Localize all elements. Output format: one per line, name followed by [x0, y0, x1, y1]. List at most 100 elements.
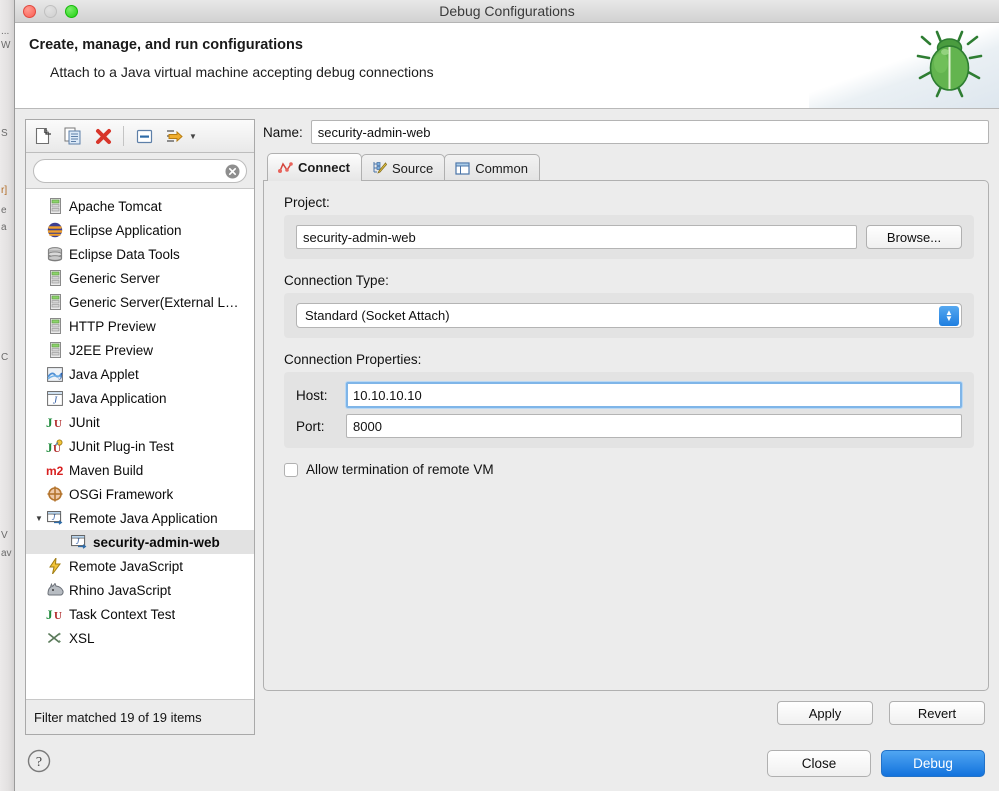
tree-item-label: JUnit	[69, 415, 100, 430]
help-question-icon[interactable]: ?	[27, 749, 51, 778]
name-row: Name:	[263, 119, 989, 145]
connection-type-group: Standard (Socket Attach) ▲ ▼	[284, 293, 974, 338]
project-row: Browse...	[296, 225, 962, 249]
tab-source[interactable]: Source	[361, 154, 445, 181]
tree-item-generic-server[interactable]: Generic Server	[26, 266, 254, 290]
configurations-panel: ▼ Apache TomcatE	[25, 119, 255, 735]
window-title: Debug Configurations	[15, 3, 999, 19]
tree-item-osgi-framework[interactable]: OSGi Framework	[26, 482, 254, 506]
debug-button[interactable]: Debug	[881, 750, 985, 777]
bg-fragment: r]	[1, 185, 7, 196]
database-icon	[46, 246, 64, 263]
apply-button[interactable]: Apply	[777, 701, 873, 725]
bg-fragment: S	[1, 128, 8, 139]
tab-source-label: Source	[392, 161, 433, 176]
green-bug-icon	[913, 28, 987, 105]
tree-item-maven-build[interactable]: m2Maven Build	[26, 458, 254, 482]
bg-fragment: a	[1, 222, 7, 233]
expand-triangle-icon[interactable]: ▼	[33, 514, 45, 523]
connection-type-label: Connection Type:	[284, 273, 974, 288]
filter-button[interactable]	[161, 124, 187, 149]
allow-termination-checkbox[interactable]	[284, 463, 298, 477]
tab-strip: Connect Source	[263, 153, 989, 181]
bg-fragment: ...	[1, 26, 9, 37]
tree-item-label: OSGi Framework	[69, 487, 173, 502]
search-input[interactable]	[34, 160, 246, 182]
filter-box[interactable]	[33, 159, 247, 183]
junit-icon: JU	[46, 606, 64, 623]
remote-java-icon: J	[46, 510, 64, 527]
toolbar-separator	[123, 126, 124, 146]
title-bar: Debug Configurations	[15, 0, 999, 23]
tree-item-label: Eclipse Data Tools	[69, 247, 180, 262]
connection-type-select[interactable]: Standard (Socket Attach) ▲ ▼	[296, 303, 962, 328]
tree-item-http-preview[interactable]: HTTP Preview	[26, 314, 254, 338]
svg-text:J: J	[46, 440, 53, 454]
tree-item-remote-javascript[interactable]: Remote JavaScript	[26, 554, 254, 578]
host-row: Host:	[296, 382, 962, 408]
browse-button[interactable]: Browse...	[866, 225, 962, 249]
tab-connect-label: Connect	[298, 160, 350, 175]
tree-item-eclipse-application[interactable]: Eclipse Application	[26, 218, 254, 242]
connect-tab-panel: Project: Browse... Connection Type: Stan…	[263, 180, 989, 691]
delete-configuration-button[interactable]	[90, 124, 116, 149]
tree-item-apache-tomcat[interactable]: Apache Tomcat	[26, 194, 254, 218]
source-tree-pencil-icon	[371, 161, 387, 175]
new-configuration-button[interactable]	[30, 124, 56, 149]
bg-fragment: av	[1, 548, 12, 559]
common-table-icon	[454, 161, 470, 175]
stepper-icon[interactable]: ▲ ▼	[939, 306, 959, 326]
tree-item-remote-java-application[interactable]: ▼J Remote Java Application	[26, 506, 254, 530]
tree-item-label: XSL	[69, 631, 95, 646]
dialog-header: Create, manage, and run configurations A…	[15, 23, 999, 109]
chevron-down-icon[interactable]: ▼	[189, 132, 197, 141]
tree-item-rhino-javascript[interactable]: Rhino JavaScript	[26, 578, 254, 602]
close-button-footer[interactable]: Close	[767, 750, 871, 777]
tree-item-junit[interactable]: JUJUnit	[26, 410, 254, 434]
tree-item-security-admin-web[interactable]: Jsecurity-admin-web	[26, 530, 254, 554]
tree-item-label: Remote JavaScript	[69, 559, 183, 574]
tree-item-label: Generic Server	[69, 271, 160, 286]
filter-status-label: Filter matched 19 of 19 items	[26, 700, 254, 734]
tab-connect[interactable]: Connect	[267, 153, 362, 181]
tree-item-label: Remote Java Application	[69, 511, 218, 526]
tree-item-label: Eclipse Application	[69, 223, 182, 238]
tree-item-junit-plug-in-test[interactable]: JUJUnit Plug-in Test	[26, 434, 254, 458]
bg-fragment: C	[1, 352, 8, 363]
duplicate-configuration-button[interactable]	[60, 124, 86, 149]
tree-item-label: HTTP Preview	[69, 319, 156, 334]
name-input[interactable]	[311, 120, 989, 144]
project-group: Browse...	[284, 215, 974, 259]
tab-common-label: Common	[475, 161, 528, 176]
tree-item-label: Apache Tomcat	[69, 199, 162, 214]
tree-item-j2ee-preview[interactable]: J2EE Preview	[26, 338, 254, 362]
host-input[interactable]	[346, 382, 962, 408]
tree-item-java-application[interactable]: JJava Application	[26, 386, 254, 410]
revert-button[interactable]: Revert	[889, 701, 985, 725]
svg-text:J: J	[46, 607, 53, 621]
connection-properties-group: Host: Port:	[284, 372, 974, 448]
svg-text:J: J	[59, 371, 64, 381]
tree-item-task-context-test[interactable]: JUTask Context Test	[26, 602, 254, 626]
tree-item-eclipse-data-tools[interactable]: Eclipse Data Tools	[26, 242, 254, 266]
tab-common[interactable]: Common	[444, 154, 540, 181]
tree-item-generic-server-external-l[interactable]: Generic Server(External L…	[26, 290, 254, 314]
tree-item-java-applet[interactable]: J Java Applet	[26, 362, 254, 386]
name-label: Name:	[263, 125, 303, 140]
port-input[interactable]	[346, 414, 962, 438]
collapse-all-button[interactable]	[131, 124, 157, 149]
tree-item-label: Generic Server(External L…	[69, 295, 239, 310]
project-input[interactable]	[296, 225, 857, 249]
server-icon	[46, 318, 64, 335]
clear-circle-icon[interactable]	[225, 164, 240, 179]
debug-configurations-dialog: Debug Configurations Create, manage, and…	[14, 0, 999, 791]
junit-plugin-icon: JU	[46, 438, 64, 455]
configuration-editor-panel: Name: Connect	[263, 119, 989, 735]
tree-item-xsl[interactable]: XSL	[26, 626, 254, 650]
allow-termination-row[interactable]: Allow termination of remote VM	[284, 462, 974, 477]
svg-text:U: U	[54, 610, 62, 621]
tree-item-label: Java Applet	[69, 367, 139, 382]
tree-toolbar: ▼	[26, 120, 254, 153]
javascript-bolt-icon	[46, 558, 64, 575]
configurations-tree[interactable]: Apache Tomcat Eclipse Application Eclipse …	[26, 188, 254, 700]
